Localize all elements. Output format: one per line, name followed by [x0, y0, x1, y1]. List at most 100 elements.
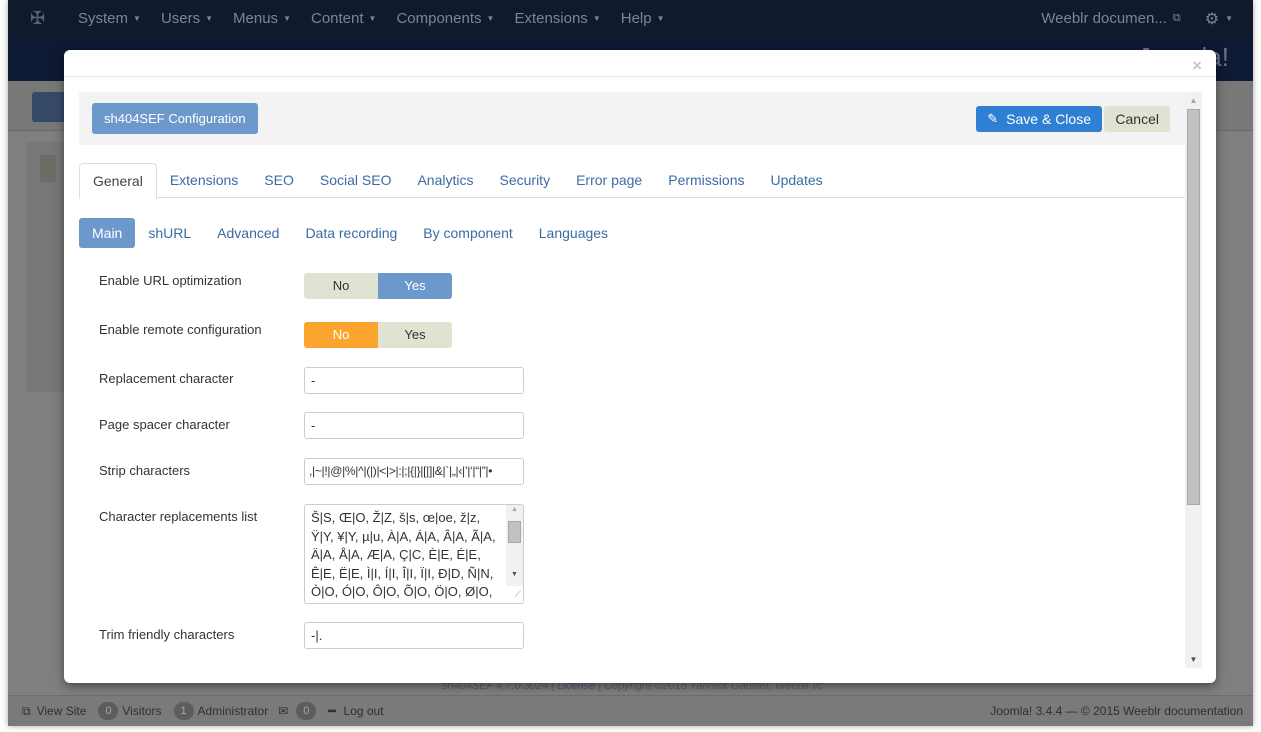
url-optimization-label: Enable URL optimization	[99, 273, 242, 288]
messages-status[interactable]: ✉ 0	[272, 702, 320, 720]
menu-users[interactable]: Users ▼	[161, 10, 213, 27]
caret-down-icon: ▼	[205, 14, 214, 23]
caret-down-icon: ▼	[133, 14, 141, 23]
gear-icon[interactable]: ⚙	[1205, 9, 1219, 29]
replacement-char-input[interactable]: -	[304, 367, 524, 394]
visitors-label: Visitors	[122, 704, 162, 718]
char-replacements-textarea[interactable]: Š|S, Œ|O, Ž|Z, š|s, œ|oe, ž|z, Ÿ|Y, ¥|Y,…	[304, 504, 524, 604]
caret-down-icon: ▼	[368, 14, 377, 23]
modal-scrollbar[interactable]: ▲ ▼	[1185, 92, 1202, 668]
save-close-label: Save & Close	[1006, 111, 1091, 127]
strip-chars-label: Strip characters	[99, 463, 191, 478]
menu-label: Components	[396, 10, 482, 27]
subtab-main[interactable]: Main	[79, 218, 136, 248]
tab-error-page[interactable]: Error page	[563, 163, 655, 198]
top-navbar: ✠ System ▼ Users ▼ Menus ▼ Content ▼ Compone…	[8, 0, 1253, 37]
page-spacer-label: Page spacer character	[99, 417, 230, 432]
trim-friendly-input[interactable]: -|.	[304, 622, 524, 649]
modal-header: ×	[64, 50, 1216, 77]
remote-config-no[interactable]: No	[304, 322, 378, 348]
tab-general[interactable]: General	[79, 163, 157, 199]
strip-chars-input[interactable]: ,|~|!|@|%|^|(|)|<|>|:|;|{|}|[|]|&|`|„|‹|…	[304, 458, 524, 485]
menu-label: Content	[310, 10, 364, 27]
tab-updates[interactable]: Updates	[757, 163, 835, 198]
caret-down-icon: ▼	[486, 14, 495, 23]
messages-badge: 0	[296, 702, 317, 720]
tab-security[interactable]: Security	[487, 163, 564, 198]
logout-label: Log out	[343, 704, 384, 718]
menu-label: System	[78, 10, 129, 27]
textarea-scrollbar[interactable]: ▲ ▼ ⟋	[506, 505, 523, 603]
admin-status: 1 Administrator	[166, 702, 269, 720]
menu-system[interactable]: System ▼	[78, 10, 141, 27]
menu-extensions[interactable]: Extensions ▼	[514, 10, 600, 27]
caret-down-icon: ▼	[1225, 14, 1233, 23]
replacement-char-label: Replacement character	[99, 371, 234, 386]
subtab-shurl[interactable]: shURL	[135, 218, 204, 248]
menu-menus[interactable]: Menus ▼	[233, 10, 291, 27]
subtab-advanced[interactable]: Advanced	[204, 218, 292, 248]
subtab-by-component[interactable]: By component	[410, 218, 526, 248]
view-site-label: View Site	[36, 704, 87, 718]
page-spacer-input[interactable]: -	[304, 412, 524, 439]
save-close-button[interactable]: ✎ Save & Close	[976, 106, 1102, 132]
minus-icon: ━	[328, 704, 336, 718]
menu-label: Help	[620, 10, 652, 27]
tab-extensions[interactable]: Extensions	[157, 163, 251, 198]
scroll-down-icon[interactable]: ▼	[506, 571, 523, 578]
main-tabs: General Extensions SEO Social SEO Analyt…	[79, 163, 1185, 199]
status-bar: ⧉ View Site 0 Visitors 1 Administrator ✉ 0 ━…	[8, 695, 1253, 726]
url-optimization-no[interactable]: No	[304, 273, 378, 299]
site-link[interactable]: Weeblr documen...	[1041, 10, 1167, 27]
envelope-icon: ✉	[278, 704, 289, 718]
scroll-up-icon[interactable]: ▲	[1185, 92, 1202, 109]
external-link-icon: ⧉	[1172, 12, 1181, 24]
tab-analytics[interactable]: Analytics	[404, 163, 486, 198]
url-optimization-yes[interactable]: Yes	[378, 273, 452, 299]
caret-down-icon: ▼	[283, 14, 291, 23]
menu-label: Menus	[233, 10, 279, 27]
tab-permissions[interactable]: Permissions	[655, 163, 757, 198]
subtab-languages[interactable]: Languages	[526, 218, 621, 248]
remote-config-toggle[interactable]: No Yes	[304, 322, 452, 348]
logout-link[interactable]: ━ Log out	[324, 704, 383, 718]
admin-label: Administrator	[197, 704, 269, 718]
resize-grip-icon[interactable]: ⟋	[506, 586, 523, 603]
visitors-badge: 0	[98, 702, 119, 720]
caret-down-icon: ▼	[656, 14, 665, 23]
tab-seo[interactable]: SEO	[251, 163, 307, 198]
browser-frame: ✠ System ▼ Users ▼ Menus ▼ Content ▼ Compone…	[8, 0, 1253, 726]
config-modal: × sh404SEF Configuration ✎ Save & Close …	[64, 50, 1216, 683]
menu-label: Extensions	[514, 10, 588, 27]
char-replacements-text: Š|S, Œ|O, Ž|Z, š|s, œ|oe, ž|z, Ÿ|Y, ¥|Y,…	[311, 510, 496, 603]
status-right-text: Joomla! 3.4.4 — © 2015 Weeblr documentat…	[990, 704, 1243, 718]
cancel-button[interactable]: Cancel	[1104, 106, 1170, 132]
menu-content[interactable]: Content ▼	[311, 10, 376, 27]
scroll-thumb[interactable]	[1187, 109, 1200, 505]
navbar-right: Weeblr documen... ⧉ ⚙ ▼	[1041, 0, 1233, 37]
menu-label: Users	[160, 10, 201, 27]
joomla-logo-icon[interactable]: ✠	[30, 8, 58, 29]
modal-body: sh404SEF Configuration ✎ Save & Close Ca…	[79, 92, 1185, 672]
close-icon[interactable]: ×	[1192, 56, 1202, 76]
background-thumbnail	[40, 155, 56, 182]
tab-social-seo[interactable]: Social SEO	[307, 163, 405, 198]
config-title-button: sh404SEF Configuration	[92, 103, 258, 134]
char-replacements-label: Character replacements list	[99, 509, 258, 524]
scroll-thumb[interactable]	[508, 521, 521, 543]
url-optimization-toggle[interactable]: No Yes	[304, 273, 452, 299]
trim-friendly-label: Trim friendly characters	[99, 627, 235, 642]
config-toolbar: sh404SEF Configuration ✎ Save & Close Ca…	[79, 92, 1185, 145]
menu-components[interactable]: Components ▼	[396, 10, 494, 27]
remote-config-label: Enable remote configuration	[99, 322, 262, 337]
external-link-icon: ⧉	[22, 703, 31, 718]
scroll-up-icon[interactable]: ▲	[506, 506, 523, 513]
scroll-down-icon[interactable]: ▼	[1185, 651, 1202, 668]
remote-config-yes[interactable]: Yes	[378, 322, 452, 348]
subtab-data-recording[interactable]: Data recording	[292, 218, 410, 248]
edit-icon: ✎	[987, 111, 999, 126]
menu-help[interactable]: Help ▼	[621, 10, 665, 27]
admin-badge: 1	[173, 702, 194, 720]
view-site-link[interactable]: ⧉ View Site	[22, 704, 86, 719]
sub-tabs: Main shURL Advanced Data recording By co…	[79, 218, 621, 248]
